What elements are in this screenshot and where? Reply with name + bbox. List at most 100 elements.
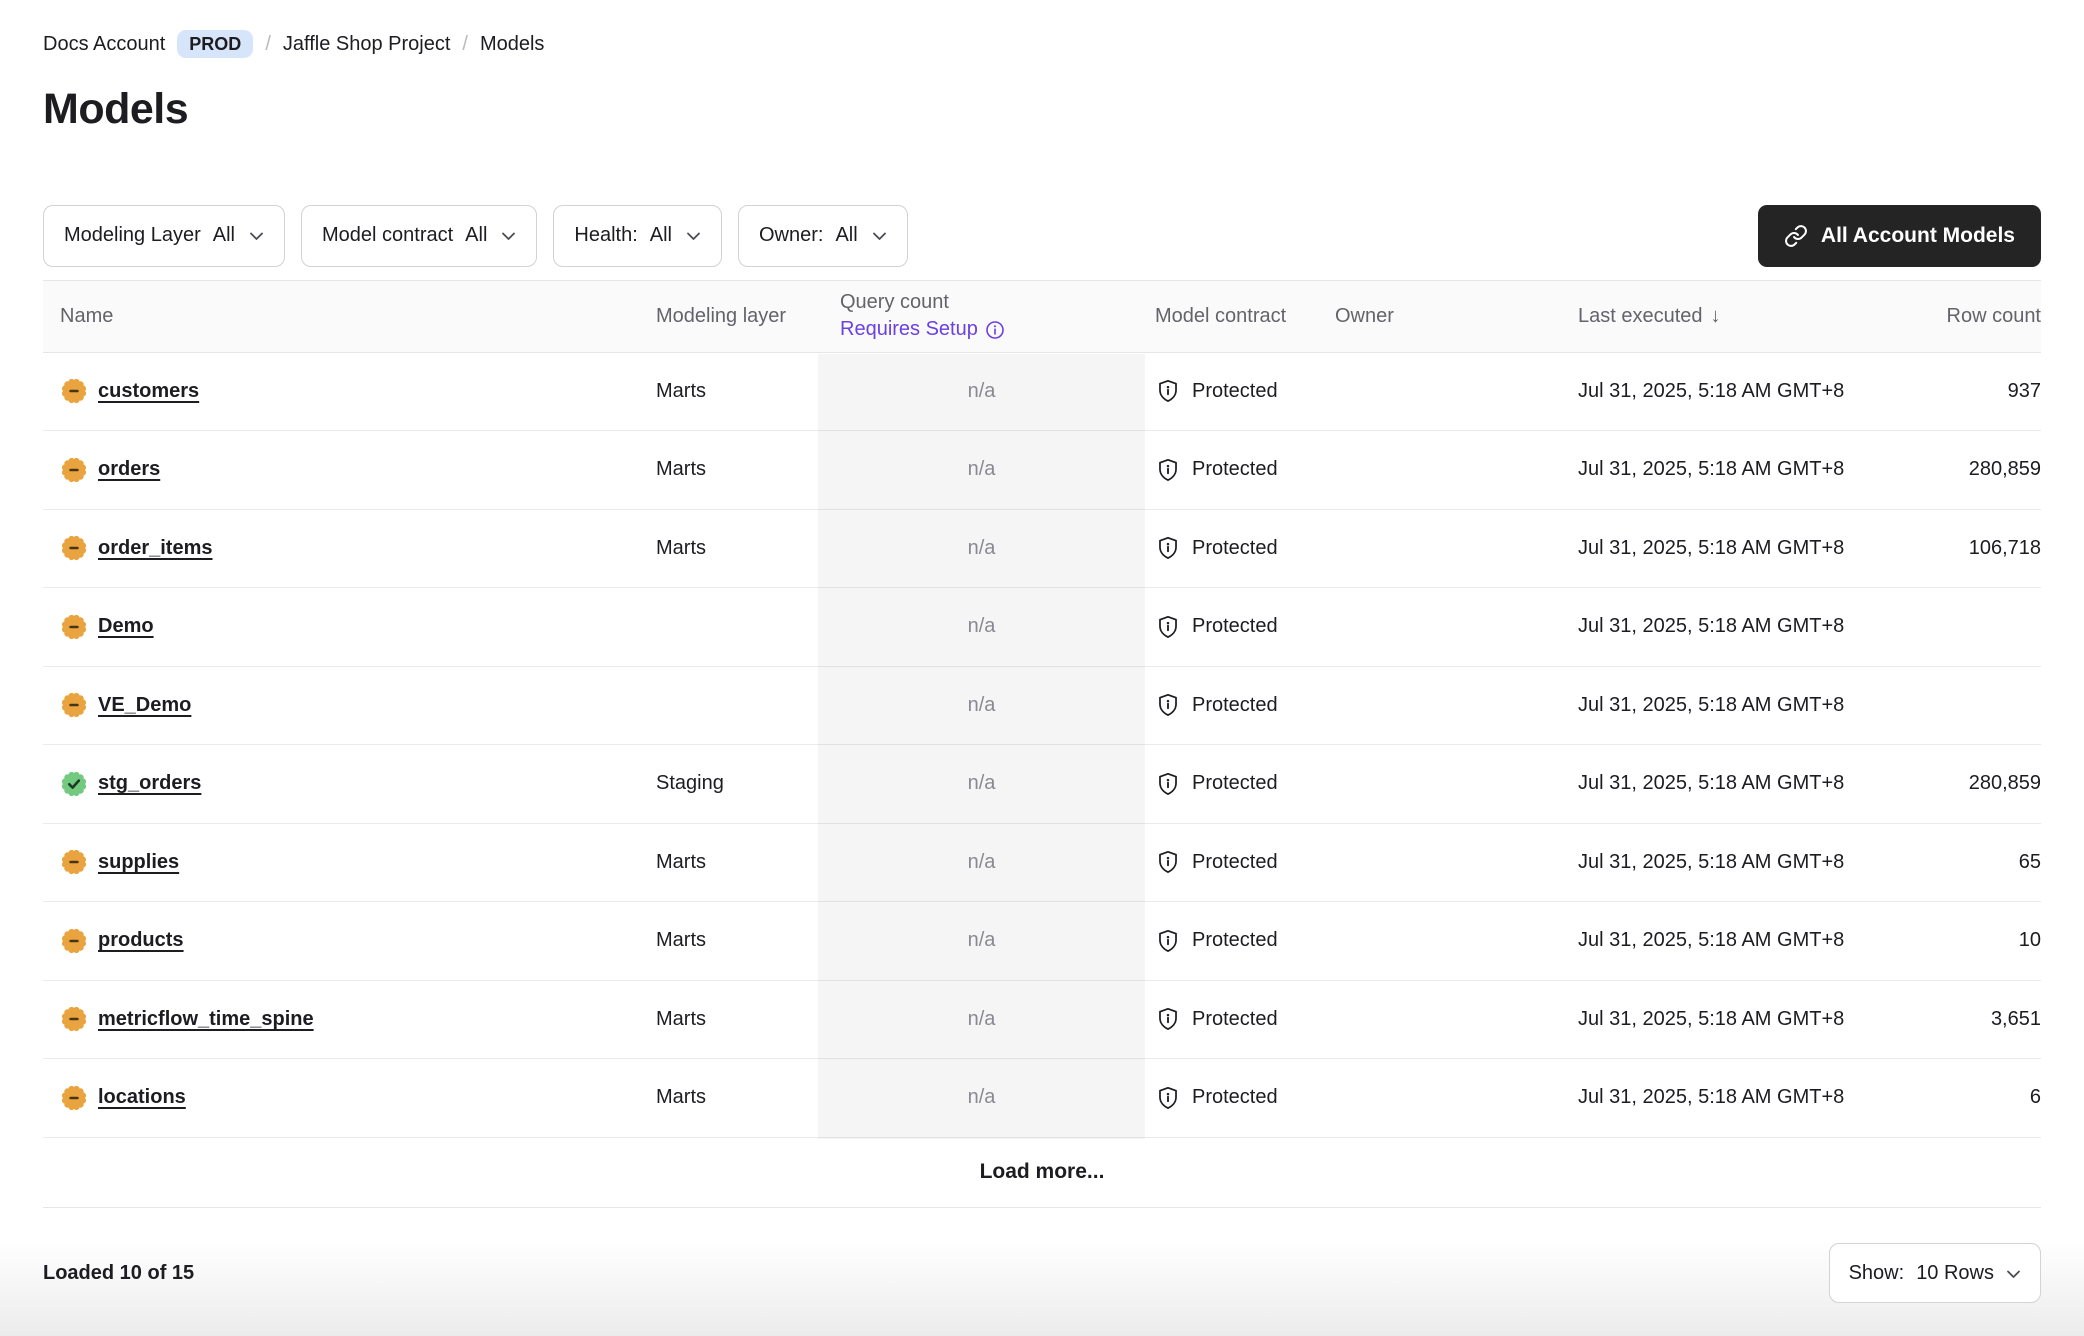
model-name-link[interactable]: products: [98, 929, 184, 952]
model-health-icon: [60, 1005, 88, 1033]
modeling-layer-cell: Marts: [656, 1086, 818, 1109]
modeling-layer-cell: Marts: [656, 1008, 818, 1031]
last-executed-cell: Jul 31, 2025, 5:18 AM GMT+8: [1578, 615, 1848, 638]
header-owner: Owner: [1335, 305, 1578, 328]
health-warning-icon: [60, 456, 88, 484]
last-executed-cell: Jul 31, 2025, 5:18 AM GMT+8: [1578, 537, 1848, 560]
shield-icon: [1155, 1085, 1181, 1111]
model-name-link[interactable]: customers: [98, 380, 199, 403]
row-count-cell: 65: [1848, 851, 2041, 874]
shield-icon: [1155, 614, 1181, 640]
breadcrumb: Docs Account PROD / Jaffle Shop Project …: [43, 0, 2041, 58]
shield-icon: [1155, 1006, 1181, 1032]
query-count-cell: n/a: [818, 615, 1145, 638]
name-cell: customers: [43, 377, 656, 405]
health-warning-icon: [60, 691, 88, 719]
model-contract-cell: Protected: [1145, 535, 1335, 561]
shield-icon: [1155, 928, 1181, 954]
shield-icon: [1155, 771, 1181, 797]
page-size-select[interactable]: Show: 10 Rows: [1829, 1243, 2041, 1303]
name-cell: orders: [43, 456, 656, 484]
chain-link-icon: [1784, 224, 1808, 248]
header-query-count: Query count Requires Setup: [818, 289, 1145, 343]
footer: Loaded 10 of 15 Show: 10 Rows: [43, 1208, 2041, 1336]
health-warning-icon: [60, 613, 88, 641]
requires-setup-link[interactable]: Requires Setup: [840, 316, 1005, 343]
model-name-link[interactable]: supplies: [98, 851, 179, 874]
filter-health[interactable]: Health: All: [553, 205, 722, 267]
last-executed-cell: Jul 31, 2025, 5:18 AM GMT+8: [1578, 1086, 1848, 1109]
model-health-icon: [60, 456, 88, 484]
health-warning-icon: [60, 927, 88, 955]
model-contract-label: Protected: [1192, 458, 1278, 481]
page-size-label: Show:: [1849, 1262, 1905, 1285]
model-name-link[interactable]: VE_Demo: [98, 694, 191, 717]
model-health-icon: [60, 927, 88, 955]
model-health-icon: [60, 377, 88, 405]
info-icon: [985, 320, 1005, 340]
breadcrumb-separator: /: [265, 33, 271, 56]
breadcrumb-project[interactable]: Jaffle Shop Project: [283, 33, 451, 56]
shield-icon: [1155, 378, 1181, 404]
all-account-models-button[interactable]: All Account Models: [1758, 205, 2041, 267]
models-page: Docs Account PROD / Jaffle Shop Project …: [0, 0, 2084, 1336]
shield-icon: [1155, 535, 1181, 561]
model-contract-cell: Protected: [1145, 614, 1335, 640]
table-row: Demo n/a Protected Jul 31, 2025, 5:18 AM…: [43, 588, 2041, 667]
name-cell: VE_Demo: [43, 691, 656, 719]
model-health-icon: [60, 534, 88, 562]
query-count-cell: n/a: [818, 929, 1145, 952]
header-last-executed-label: Last executed: [1578, 305, 1703, 327]
row-count-cell: 6: [1848, 1086, 2041, 1109]
query-count-cell: n/a: [818, 694, 1145, 717]
model-contract-label: Protected: [1192, 851, 1278, 874]
header-query-count-label: Query count: [840, 289, 1145, 316]
chevron-down-icon: [249, 231, 264, 241]
last-executed-cell: Jul 31, 2025, 5:18 AM GMT+8: [1578, 694, 1848, 717]
breadcrumb-account[interactable]: Docs Account: [43, 33, 165, 56]
shield-icon: [1155, 692, 1181, 718]
header-row-count: Row count: [1848, 305, 2041, 328]
model-contract-label: Protected: [1192, 615, 1278, 638]
table-row: locations Marts n/a Protected Jul 31, 20…: [43, 1059, 2041, 1138]
header-last-executed[interactable]: Last executed↓: [1578, 305, 1848, 328]
filter-label: Owner:: [759, 224, 823, 247]
filter-value: All: [835, 224, 857, 247]
model-name-link[interactable]: Demo: [98, 615, 154, 638]
load-more-button[interactable]: Load more...: [43, 1138, 2041, 1208]
query-count-cell: n/a: [818, 380, 1145, 403]
chevron-down-icon: [872, 231, 887, 241]
table-row: products Marts n/a Protected Jul 31, 202…: [43, 902, 2041, 981]
filter-modeling-layer[interactable]: Modeling Layer All: [43, 205, 285, 267]
model-contract-cell: Protected: [1145, 378, 1335, 404]
model-contract-label: Protected: [1192, 537, 1278, 560]
query-count-cell: n/a: [818, 1086, 1145, 1109]
table-row: metricflow_time_spine Marts n/a Protecte…: [43, 981, 2041, 1060]
model-health-icon: [60, 770, 88, 798]
row-count-cell: 280,859: [1848, 458, 2041, 481]
row-count-cell: 3,651: [1848, 1008, 2041, 1031]
name-cell: supplies: [43, 848, 656, 876]
model-name-link[interactable]: orders: [98, 458, 160, 481]
model-name-link[interactable]: locations: [98, 1086, 186, 1109]
filter-owner[interactable]: Owner: All: [738, 205, 908, 267]
health-warning-icon: [60, 534, 88, 562]
page-size-value: 10 Rows: [1916, 1262, 1994, 1285]
model-health-icon: [60, 848, 88, 876]
last-executed-cell: Jul 31, 2025, 5:18 AM GMT+8: [1578, 772, 1848, 795]
health-warning-icon: [60, 1005, 88, 1033]
filter-label: Modeling Layer: [64, 224, 201, 247]
model-name-link[interactable]: metricflow_time_spine: [98, 1008, 314, 1031]
filter-value: All: [465, 224, 487, 247]
model-name-link[interactable]: stg_orders: [98, 772, 201, 795]
table-row: orders Marts n/a Protected Jul 31, 2025,…: [43, 431, 2041, 510]
model-contract-cell: Protected: [1145, 457, 1335, 483]
breadcrumb-separator: /: [462, 33, 468, 56]
model-contract-label: Protected: [1192, 694, 1278, 717]
filter-model-contract[interactable]: Model contract All: [301, 205, 537, 267]
requires-setup-label: Requires Setup: [840, 316, 978, 343]
model-name-link[interactable]: order_items: [98, 537, 213, 560]
last-executed-cell: Jul 31, 2025, 5:18 AM GMT+8: [1578, 380, 1848, 403]
model-health-icon: [60, 691, 88, 719]
table-header-row: Name Modeling layer Query count Requires…: [43, 280, 2041, 353]
